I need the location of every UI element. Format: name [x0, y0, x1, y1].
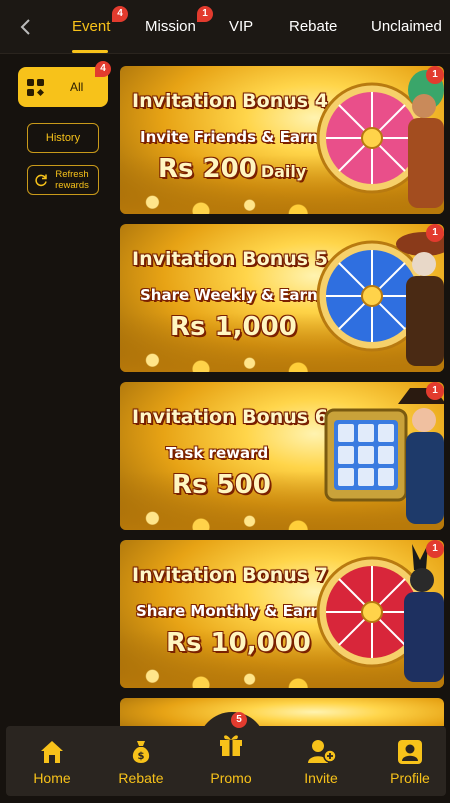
back-arrow-icon[interactable]: [16, 16, 36, 38]
banner-subtitle: Task reward: [166, 444, 269, 462]
nav-profile-label: Profile: [390, 770, 430, 786]
banner-title: Invitation Bonus 6: [132, 406, 328, 428]
nav-home-label: Home: [33, 770, 71, 786]
character-icon: [408, 70, 444, 208]
money-bag-icon: $: [132, 741, 150, 763]
event-banner[interactable]: Invitation Bonus 4 Invite Friends & Earn…: [120, 66, 444, 214]
history-button[interactable]: History: [27, 123, 99, 153]
event-banner-partial[interactable]: [120, 698, 444, 726]
banner-badge: 1: [426, 66, 444, 84]
gift-icon: [220, 735, 242, 756]
tab-mission-badge: 1: [197, 6, 213, 22]
banner-badge: 1: [426, 224, 444, 242]
nav-promo-label: Promo: [210, 770, 252, 786]
banner-amount: Rs 200 Daily: [158, 154, 307, 184]
character-icon: [398, 388, 444, 524]
tab-mission[interactable]: Mission: [145, 18, 196, 35]
nav-invite-label: Invite: [304, 770, 338, 786]
banner-title: Invitation Bonus 7: [132, 564, 328, 586]
nav-home[interactable]: Home: [12, 726, 92, 796]
category-all-badge: 4: [95, 61, 111, 77]
tab-event-badge: 4: [112, 6, 128, 22]
svg-text:$: $: [138, 751, 145, 762]
event-banner[interactable]: Invitation Bonus 5 Share Weekly & Earn R…: [120, 224, 444, 372]
refresh-icon: [35, 174, 47, 187]
banner-amount: Rs 1,000: [170, 312, 297, 342]
banner-subtitle: Invite Friends & Earn: [140, 128, 319, 146]
nav-rebate-label: Rebate: [118, 770, 164, 786]
nav-promo[interactable]: Promo: [191, 726, 271, 796]
tab-vip[interactable]: VIP: [229, 18, 253, 35]
character-icon: [396, 232, 444, 366]
event-banner-list: Invitation Bonus 4 Invite Friends & Earn…: [120, 66, 444, 726]
tab-rebate[interactable]: Rebate: [289, 18, 337, 35]
top-tab-bar: Event 4 Mission 1 VIP Rebate Unclaimed: [0, 0, 450, 54]
banner-amount: Rs 10,000: [166, 628, 311, 658]
bottom-edge: [0, 796, 450, 803]
banner-title: Invitation Bonus 5: [132, 248, 328, 270]
banner-title: Invitation Bonus 4: [132, 90, 328, 112]
nav-invite[interactable]: Invite: [281, 726, 361, 796]
event-banner[interactable]: Invitation Bonus 7 Share Monthly & Earn …: [120, 540, 444, 688]
nav-profile[interactable]: Profile: [370, 726, 450, 796]
character-icon: [404, 544, 444, 682]
grid-icon: [27, 79, 44, 96]
bottom-navigation: Home $ Rebate Promo 5 Invite Profile: [6, 712, 446, 796]
refresh-rewards-label: Refresh rewards: [55, 169, 89, 191]
event-banner[interactable]: Invitation Bonus 6 Task reward Rs 500 1: [120, 382, 444, 530]
tab-unclaimed[interactable]: Unclaimed: [371, 18, 442, 35]
category-sidebar: All 4 History Refresh rewards: [0, 55, 114, 725]
banner-subtitle: Share Weekly & Earn: [140, 286, 318, 304]
invite-user-icon: [308, 740, 337, 763]
banner-subtitle: Share Monthly & Earn: [136, 602, 322, 620]
refresh-rewards-button[interactable]: Refresh rewards: [27, 165, 99, 195]
nav-rebate[interactable]: $ Rebate: [101, 726, 181, 796]
banner-badge: 1: [426, 382, 444, 400]
banner-amount: Rs 500: [172, 470, 271, 500]
home-icon: [41, 741, 63, 763]
tab-event[interactable]: Event: [72, 18, 110, 35]
nav-promo-badge: 5: [231, 712, 247, 728]
banner-badge: 1: [426, 540, 444, 558]
profile-icon: [398, 740, 422, 764]
category-all-label: All: [70, 80, 84, 94]
active-tab-indicator: [72, 50, 108, 53]
